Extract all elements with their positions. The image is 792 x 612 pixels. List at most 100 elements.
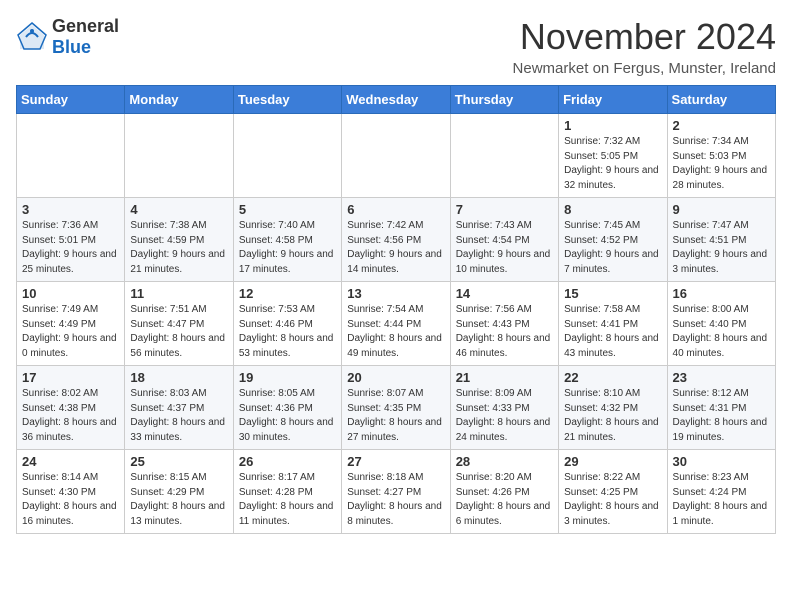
calendar-cell — [17, 114, 125, 198]
day-number: 3 — [22, 202, 119, 217]
day-number: 23 — [673, 370, 770, 385]
day-info: Sunrise: 7:54 AM Sunset: 4:44 PM Dayligh… — [347, 303, 444, 361]
calendar-cell: 25 Sunrise: 8:15 AM Sunset: 4:29 PM Dayli… — [125, 450, 233, 534]
day-info: Sunrise: 7:34 AM Sunset: 5:03 PM Dayligh… — [673, 135, 770, 193]
day-number: 29 — [564, 454, 661, 469]
calendar-cell: 15Sunrise: 7:58 AM Sunset: 4:41 PM Dayli… — [559, 282, 667, 366]
day-info: Sunrise: 7:42 AM Sunset: 4:56 PM Dayligh… — [347, 219, 444, 277]
day-number: 18 — [130, 370, 227, 385]
day-number: 1 — [564, 118, 661, 133]
calendar-cell: 4Sunrise: 7:38 AM Sunset: 4:59 PM Daylig… — [125, 198, 233, 282]
logo-wordmark: General Blue — [52, 16, 119, 58]
day-info: Sunrise: 8:12 AM Sunset: 4:31 PM Dayligh… — [673, 387, 770, 445]
day-number: 26 — [239, 454, 336, 469]
day-info: Sunrise: 8:02 AM Sunset: 4:38 PM Dayligh… — [22, 387, 119, 445]
page-header: General Blue November 2024 Newmarket on … — [16, 16, 776, 77]
day-number: 25 — [130, 454, 227, 469]
day-number: 6 — [347, 202, 444, 217]
calendar-cell: 16Sunrise: 8:00 AM Sunset: 4:40 PM Dayli… — [667, 282, 775, 366]
calendar-cell — [125, 114, 233, 198]
calendar-cell: 3 Sunrise: 7:36 AM Sunset: 5:01 PM Daylig… — [17, 198, 125, 282]
day-info: Sunrise: 8:03 AM Sunset: 4:37 PM Dayligh… — [130, 387, 227, 445]
day-info: Sunrise: 7:45 AM Sunset: 4:52 PM Dayligh… — [564, 219, 661, 277]
calendar-cell: 6 Sunrise: 7:42 AM Sunset: 4:56 PM Daylig… — [342, 198, 450, 282]
day-info: Sunrise: 8:17 AM Sunset: 4:28 PM Dayligh… — [239, 471, 336, 529]
calendar-cell: 27Sunrise: 8:18 AM Sunset: 4:27 PM Dayli… — [342, 450, 450, 534]
day-info: Sunrise: 8:15 AM Sunset: 4:29 PM Dayligh… — [130, 471, 227, 529]
day-number: 12 — [239, 286, 336, 301]
day-info: Sunrise: 8:18 AM Sunset: 4:27 PM Dayligh… — [347, 471, 444, 529]
column-header-saturday: Saturday — [667, 86, 775, 114]
day-number: 9 — [673, 202, 770, 217]
calendar-cell: 11Sunrise: 7:51 AM Sunset: 4:47 PM Dayli… — [125, 282, 233, 366]
calendar-cell: 19 Sunrise: 8:05 AM Sunset: 4:36 PM Dayli… — [233, 366, 341, 450]
day-number: 21 — [456, 370, 553, 385]
day-info: Sunrise: 7:53 AM Sunset: 4:46 PM Dayligh… — [239, 303, 336, 361]
week-row-5: 24 Sunrise: 8:14 AM Sunset: 4:30 PM Dayli… — [17, 450, 776, 534]
column-header-monday: Monday — [125, 86, 233, 114]
day-number: 16 — [673, 286, 770, 301]
calendar-cell: 23 Sunrise: 8:12 AM Sunset: 4:31 PM Dayli… — [667, 366, 775, 450]
day-info: Sunrise: 8:09 AM Sunset: 4:33 PM Dayligh… — [456, 387, 553, 445]
day-number: 11 — [130, 286, 227, 301]
logo-blue: Blue — [52, 37, 91, 57]
calendar-cell: 26 Sunrise: 8:17 AM Sunset: 4:28 PM Dayli… — [233, 450, 341, 534]
day-number: 10 — [22, 286, 119, 301]
calendar-cell — [233, 114, 341, 198]
day-number: 19 — [239, 370, 336, 385]
day-number: 15 — [564, 286, 661, 301]
calendar-cell: 12 Sunrise: 7:53 AM Sunset: 4:46 PM Dayli… — [233, 282, 341, 366]
day-info: Sunrise: 7:43 AM Sunset: 4:54 PM Dayligh… — [456, 219, 553, 277]
calendar-cell: 9 Sunrise: 7:47 AM Sunset: 4:51 PM Daylig… — [667, 198, 775, 282]
logo-icon — [16, 21, 48, 53]
week-row-4: 17 Sunrise: 8:02 AM Sunset: 4:38 PM Dayli… — [17, 366, 776, 450]
title-block: November 2024 Newmarket on Fergus, Munst… — [513, 16, 776, 77]
column-header-friday: Friday — [559, 86, 667, 114]
logo-general: General — [52, 16, 119, 36]
day-info: Sunrise: 7:47 AM Sunset: 4:51 PM Dayligh… — [673, 219, 770, 277]
calendar-cell — [450, 114, 558, 198]
calendar-cell — [342, 114, 450, 198]
calendar-table: SundayMondayTuesdayWednesdayThursdayFrid… — [16, 85, 776, 534]
calendar-cell: 17 Sunrise: 8:02 AM Sunset: 4:38 PM Dayli… — [17, 366, 125, 450]
day-number: 5 — [239, 202, 336, 217]
day-info: Sunrise: 7:38 AM Sunset: 4:59 PM Dayligh… — [130, 219, 227, 277]
calendar-cell: 30 Sunrise: 8:23 AM Sunset: 4:24 PM Dayli… — [667, 450, 775, 534]
day-number: 20 — [347, 370, 444, 385]
calendar-cell: 7 Sunrise: 7:43 AM Sunset: 4:54 PM Daylig… — [450, 198, 558, 282]
day-info: Sunrise: 8:05 AM Sunset: 4:36 PM Dayligh… — [239, 387, 336, 445]
column-header-thursday: Thursday — [450, 86, 558, 114]
day-number: 2 — [673, 118, 770, 133]
day-number: 14 — [456, 286, 553, 301]
calendar-cell: 29 Sunrise: 8:22 AM Sunset: 4:25 PM Dayli… — [559, 450, 667, 534]
calendar-cell: 13Sunrise: 7:54 AM Sunset: 4:44 PM Dayli… — [342, 282, 450, 366]
calendar-cell: 28Sunrise: 8:20 AM Sunset: 4:26 PM Dayli… — [450, 450, 558, 534]
column-header-tuesday: Tuesday — [233, 86, 341, 114]
day-info: Sunrise: 7:56 AM Sunset: 4:43 PM Dayligh… — [456, 303, 553, 361]
week-row-2: 3 Sunrise: 7:36 AM Sunset: 5:01 PM Daylig… — [17, 198, 776, 282]
logo: General Blue — [16, 16, 119, 58]
column-header-sunday: Sunday — [17, 86, 125, 114]
month-title: November 2024 — [513, 16, 776, 58]
calendar-cell: 8 Sunrise: 7:45 AM Sunset: 4:52 PM Daylig… — [559, 198, 667, 282]
calendar-cell: 10Sunrise: 7:49 AM Sunset: 4:49 PM Dayli… — [17, 282, 125, 366]
day-info: Sunrise: 8:14 AM Sunset: 4:30 PM Dayligh… — [22, 471, 119, 529]
day-number: 17 — [22, 370, 119, 385]
day-number: 7 — [456, 202, 553, 217]
day-info: Sunrise: 8:20 AM Sunset: 4:26 PM Dayligh… — [456, 471, 553, 529]
column-header-wednesday: Wednesday — [342, 86, 450, 114]
calendar-cell: 14 Sunrise: 7:56 AM Sunset: 4:43 PM Dayli… — [450, 282, 558, 366]
day-number: 8 — [564, 202, 661, 217]
calendar-cell: 18 Sunrise: 8:03 AM Sunset: 4:37 PM Dayli… — [125, 366, 233, 450]
location-subtitle: Newmarket on Fergus, Munster, Ireland — [513, 60, 776, 77]
calendar-cell: 21 Sunrise: 8:09 AM Sunset: 4:33 PM Dayli… — [450, 366, 558, 450]
day-number: 24 — [22, 454, 119, 469]
day-info: Sunrise: 7:32 AM Sunset: 5:05 PM Dayligh… — [564, 135, 661, 193]
day-number: 30 — [673, 454, 770, 469]
calendar-cell: 5Sunrise: 7:40 AM Sunset: 4:58 PM Daylig… — [233, 198, 341, 282]
calendar-cell: 1 Sunrise: 7:32 AM Sunset: 5:05 PM Daylig… — [559, 114, 667, 198]
day-info: Sunrise: 8:22 AM Sunset: 4:25 PM Dayligh… — [564, 471, 661, 529]
day-info: Sunrise: 7:36 AM Sunset: 5:01 PM Dayligh… — [22, 219, 119, 277]
day-info: Sunrise: 8:23 AM Sunset: 4:24 PM Dayligh… — [673, 471, 770, 529]
calendar-cell: 20Sunrise: 8:07 AM Sunset: 4:35 PM Dayli… — [342, 366, 450, 450]
